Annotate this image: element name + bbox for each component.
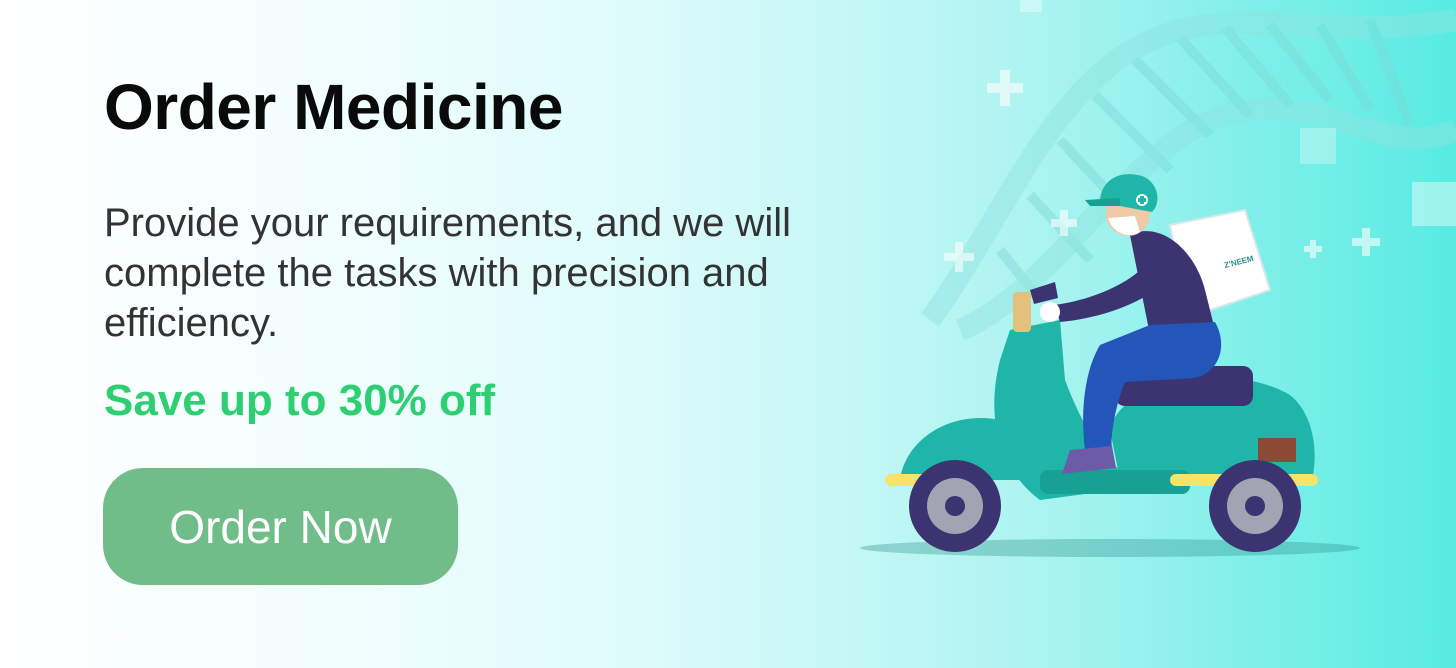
order-medicine-banner: Z'NEEM Order Medicine Provide your requi… — [0, 0, 1456, 668]
order-now-button[interactable]: Order Now — [103, 468, 458, 585]
description-text: Provide your requirements, and we will c… — [104, 201, 791, 345]
discount-promo: Save up to 30% off — [104, 376, 496, 425]
page-title: Order Medicine — [104, 71, 563, 143]
